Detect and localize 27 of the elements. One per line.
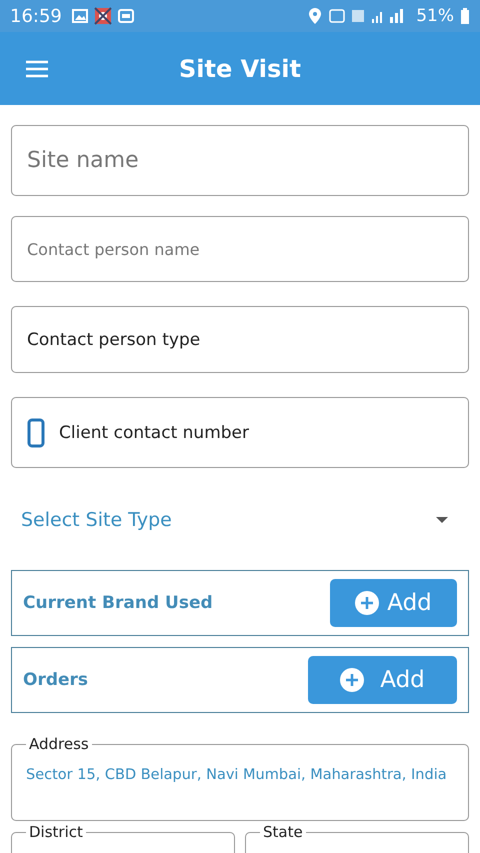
status-time: 16:59 (10, 6, 62, 26)
input-field[interactable]: Contact person name (11, 216, 469, 282)
field-label: State (262, 823, 304, 841)
card-icon (118, 9, 134, 23)
phone-icon (27, 418, 45, 448)
input-field[interactable]: Client contact number (11, 397, 469, 468)
battery-icon (460, 7, 470, 25)
field-label: District (28, 823, 84, 841)
address-value: Sector 15, CBD Belapur, Navi Mumbai, Maharashtra, India (26, 767, 448, 783)
plus-circle-icon (355, 591, 380, 615)
location-icon (308, 7, 322, 25)
input-field[interactable]: Site name (11, 125, 469, 196)
plus-circle-icon (340, 668, 364, 692)
section-label: Current Brand Used (23, 593, 213, 613)
site-type-dropdown[interactable]: Select Site Type (11, 500, 469, 540)
address-field[interactable]: Address Sector 15, CBD Belapur, Navi Mumbai, Maharashtra, India (11, 735, 469, 821)
input-field[interactable]: District (11, 823, 235, 853)
input-field[interactable]: Contact person type (11, 306, 469, 373)
section-label: Orders (23, 670, 88, 690)
dropdown-caret-icon (435, 516, 449, 524)
screen-title: Site Visit (179, 54, 301, 82)
field-label: Address (28, 735, 90, 753)
input-field[interactable]: State (245, 823, 469, 853)
image-icon (72, 9, 88, 23)
app-icon (94, 7, 112, 25)
battery-level: 51% (416, 6, 454, 26)
menu-icon[interactable] (25, 60, 49, 78)
